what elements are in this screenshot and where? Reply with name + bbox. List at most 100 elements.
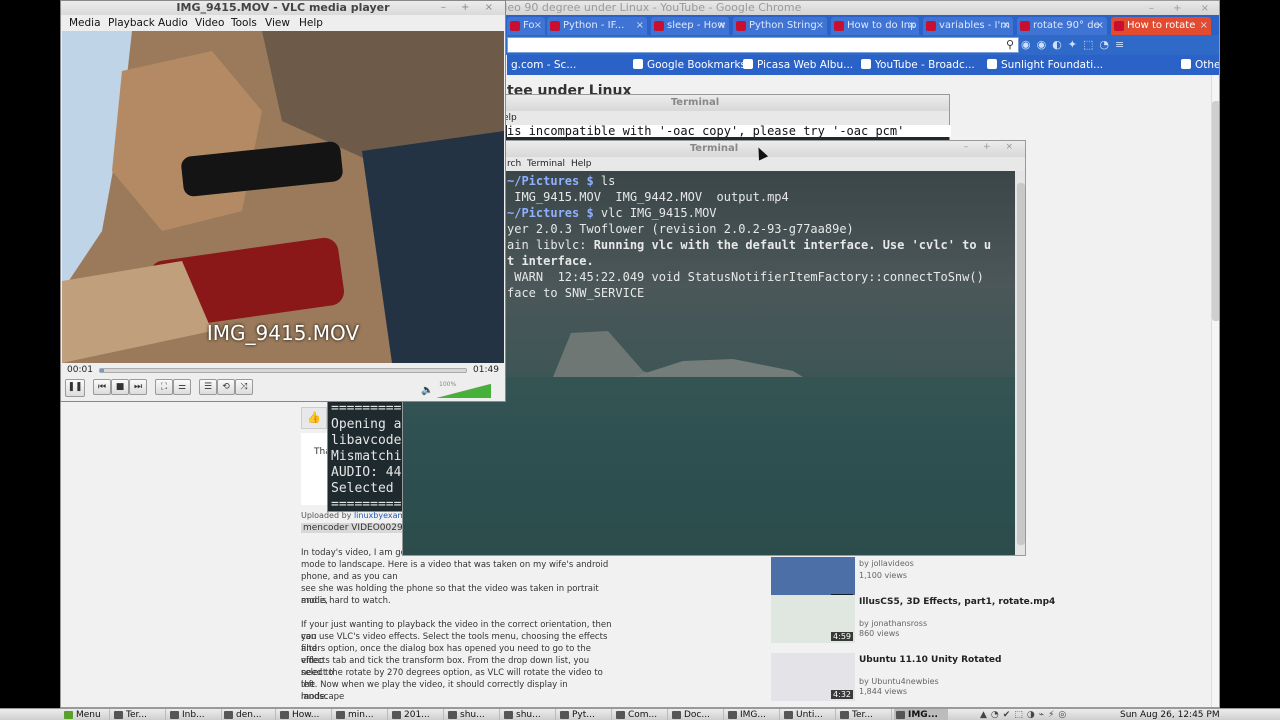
playlist-button[interactable]: ☰ [199, 379, 217, 395]
taskbar-window-button[interactable]: shu... [446, 709, 500, 720]
related-video-author[interactable]: by jonathansross [859, 619, 927, 628]
browser-tab[interactable]: rotate 90° de × [1017, 17, 1107, 35]
browser-tab[interactable]: Python String × [733, 17, 827, 35]
related-video[interactable]: 4:59 IllusCS5, 3D Effects, part1, rotate.… [771, 595, 1071, 643]
terminal-line: face to SNW_SERVICE [507, 285, 1015, 301]
taskbar-window-button[interactable]: Doc... [670, 709, 724, 720]
related-video-author[interactable]: by jollavideos [859, 559, 914, 568]
taskbar-window-button[interactable]: Com... [614, 709, 668, 720]
terminal-back-menu[interactable]: elp [441, 111, 949, 125]
terminal-scrollbar-thumb[interactable] [1017, 183, 1025, 545]
tab-label: variables - I'm [939, 20, 1010, 31]
video-surface[interactable]: IMG_9415.MOV [62, 31, 504, 363]
bookmark-label: g.com - Sc... [511, 59, 577, 71]
taskbar-window-button[interactable]: Ter... [838, 709, 892, 720]
taskbar-window-button[interactable]: Inb... [168, 709, 222, 720]
extension-icons[interactable]: ◉◉◐✦⬚◔≡ [1021, 37, 1219, 53]
related-video-title[interactable]: IllusCS5, 3D Effects, part1, rotate.mp4 [859, 597, 1055, 608]
taskbar-window-button[interactable]: min... [334, 709, 388, 720]
vlc-menu-media[interactable]: Media [69, 15, 101, 31]
bookmark-favicon-icon [987, 59, 997, 69]
shuffle-button[interactable]: ⤨ [235, 379, 253, 395]
taskbar-window-button[interactable]: Ter... [112, 709, 166, 720]
taskbar: Menu Ter... Inb... den... How... min... 201..… [0, 708, 1280, 720]
speaker-icon[interactable]: 🔈 [421, 385, 433, 396]
vlc-menubar: Media Playback Audio Video Tools View He… [61, 15, 505, 31]
vlc-menu-playback[interactable]: Playback [108, 15, 155, 31]
terminal-window-controls[interactable]: – + × [964, 142, 1019, 152]
bookmark-item[interactable]: Picasa Web Albu... [743, 55, 853, 75]
related-video-thumbnail[interactable]: 4:32 [771, 653, 855, 701]
volume-slider[interactable]: 100% [436, 381, 492, 399]
chrome-window-controls[interactable]: – + × [1149, 2, 1217, 16]
bookmark-item[interactable]: YouTube - Broadc... [861, 55, 975, 75]
close-tab-icon[interactable]: × [816, 17, 824, 35]
previous-button[interactable]: ⏮ [93, 379, 111, 395]
loop-button[interactable]: ⟲ [217, 379, 235, 395]
close-tab-icon[interactable]: × [636, 17, 644, 35]
taskbar-window-button[interactable]: IMG... [894, 709, 948, 720]
browser-tab[interactable]: Python - IF... × [547, 17, 647, 35]
system-tray-icons[interactable]: ▲◔✔⬚◑⌁⚡◎ [980, 709, 1110, 720]
related-video-author[interactable]: by Ubuntu4newbies [859, 677, 939, 686]
taskbar-window-button[interactable]: 201... [390, 709, 444, 720]
bookmarks-bar: g.com - Sc... Google Bookmarks Picasa Web … [507, 55, 1219, 75]
browser-tab[interactable]: How to rotate × [1111, 17, 1211, 35]
taskbar-window-button[interactable]: den... [222, 709, 276, 720]
terminal-back-lower-output: ========== Opening au libavcodec Mismatchin… [327, 400, 407, 512]
video-duration: 4:59 [831, 632, 853, 641]
close-tab-icon[interactable]: × [1002, 17, 1010, 35]
related-video-thumbnail[interactable]: 4:59 [771, 595, 855, 643]
terminal-line: Mismatchin [331, 449, 407, 464]
taskbar-window-button[interactable]: IMG... [726, 709, 780, 720]
vlc-menu-tools[interactable]: Tools [231, 15, 257, 31]
related-video-title[interactable]: Ubuntu 11.10 Unity Rotated [859, 655, 1001, 666]
seek-bar[interactable] [99, 368, 467, 373]
bookmark-item[interactable]: g.com - Sc... [511, 55, 576, 75]
pause-button[interactable]: ❚❚ [65, 379, 85, 397]
close-tab-icon[interactable]: × [908, 17, 916, 35]
vlc-menu-audio[interactable]: Audio [158, 15, 188, 31]
tab-favicon-icon [510, 21, 520, 31]
taskbar-window-button[interactable]: How... [278, 709, 332, 720]
browser-tab[interactable]: sleep - How c × [651, 17, 729, 35]
fullscreen-button[interactable]: ⛶ [155, 379, 173, 395]
like-button[interactable]: 👍 [301, 407, 327, 429]
vlc-title: IMG_9415.MOV - VLC media player [176, 1, 390, 14]
browser-tab[interactable]: variables - I'm × [923, 17, 1013, 35]
clock[interactable]: Sun Aug 26, 12:45 PM [1120, 709, 1220, 720]
close-tab-icon[interactable]: × [534, 17, 542, 35]
stop-button[interactable]: ■ [111, 379, 129, 395]
bookmark-item[interactable]: Sunlight Foundati... [987, 55, 1103, 75]
terminal-scrollbar[interactable] [1015, 171, 1025, 555]
menu-terminal[interactable]: Terminal [527, 157, 565, 171]
omnibox[interactable]: ⚲ [507, 37, 1019, 53]
menu-help[interactable]: Help [571, 157, 592, 171]
vlc-menu-video[interactable]: Video [195, 15, 224, 31]
terminal-back-output: is incompatible with '-oac copy', please… [507, 125, 951, 137]
next-button[interactable]: ⏭ [129, 379, 147, 395]
bookmark-item[interactable]: Other Bookmarks [1181, 55, 1219, 75]
vlc-menu-help[interactable]: Help [299, 15, 323, 31]
browser-tab[interactable]: Fo × [507, 17, 545, 35]
related-video[interactable]: 4:32 Ubuntu 11.10 Unity Rotated by Ubuntu4… [771, 653, 1071, 701]
browser-tab[interactable]: How to do Inp × [831, 17, 919, 35]
tab-favicon-icon [550, 21, 560, 31]
close-tab-icon[interactable]: × [718, 17, 726, 35]
vlc-menu-view[interactable]: View [265, 15, 290, 31]
taskbar-window-label: Unti... [796, 710, 823, 720]
start-menu-button[interactable]: Menu [62, 709, 110, 720]
taskbar-window-button[interactable]: shu... [502, 709, 556, 720]
vlc-window-controls[interactable]: – + × [441, 1, 499, 15]
terminal-line: yer 2.0.3 Twoflower (revision 2.0.2-93-g… [507, 221, 1015, 237]
menu-search[interactable]: rch [507, 157, 521, 171]
extended-settings-button[interactable]: ⚌ [173, 379, 191, 395]
page-scrollbar-thumb[interactable] [1212, 101, 1219, 321]
taskbar-window-label: Ter... [126, 710, 147, 720]
bookmark-item[interactable]: Google Bookmarks [633, 55, 746, 75]
close-tab-icon[interactable]: × [1200, 17, 1208, 35]
search-icon[interactable]: ⚲ [1006, 38, 1014, 51]
close-tab-icon[interactable]: × [1096, 17, 1104, 35]
taskbar-window-button[interactable]: Pyt... [558, 709, 612, 720]
taskbar-window-button[interactable]: Unti... [782, 709, 836, 720]
